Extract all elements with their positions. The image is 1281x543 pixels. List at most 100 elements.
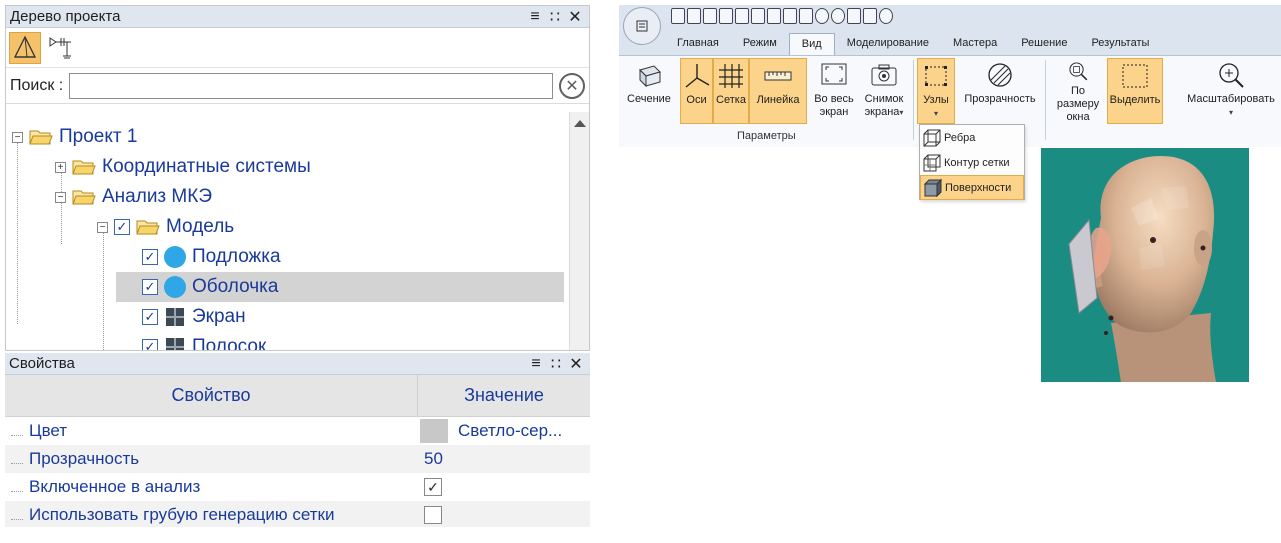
- window-icon[interactable]: [863, 8, 877, 24]
- dropdown-arrow-icon[interactable]: ▾: [934, 107, 938, 120]
- fullscreen-label-2: экран: [819, 106, 849, 118]
- ribbon-tabs: Главная Режим Вид Моделирование Мастера …: [665, 33, 1161, 55]
- transparency-button[interactable]: Прозрачность: [959, 58, 1041, 124]
- tab-modeling[interactable]: Моделирование: [835, 33, 941, 55]
- save-icon[interactable]: [703, 8, 717, 24]
- menu-item-edges[interactable]: Ребра: [920, 125, 1024, 150]
- model-view-button[interactable]: [9, 31, 41, 64]
- section-button[interactable]: Сечение: [625, 58, 673, 124]
- checkbox[interactable]: ✓: [142, 279, 158, 295]
- tab-results[interactable]: Результаты: [1079, 33, 1161, 55]
- ruler-button[interactable]: Линейка: [749, 58, 807, 124]
- grid-icon: [719, 64, 743, 88]
- delete-icon[interactable]: [799, 8, 813, 24]
- prop-row-color[interactable]: Цвет Светло-сер...: [5, 417, 590, 445]
- dropdown-arrow-icon[interactable]: ▾: [1229, 106, 1233, 119]
- fit-window-button[interactable]: По размеру окна: [1051, 58, 1105, 124]
- properties-panel: Свойства ≡ ∷ ✕ Свойство Значение Цвет Св…: [5, 353, 590, 527]
- close-icon[interactable]: ✕: [566, 354, 586, 374]
- snapshot-button[interactable]: Снимок экрана▾: [859, 58, 909, 124]
- tree-connector: [103, 224, 104, 350]
- tree-item-strip[interactable]: ✓ Полосок: [116, 332, 267, 351]
- app-menu-button[interactable]: [623, 7, 661, 45]
- menu-item-mesh-outline[interactable]: Контур сетки: [920, 150, 1024, 175]
- collapse-icon[interactable]: −: [55, 191, 66, 203]
- tree-item-coord-systems[interactable]: + Координатные системы: [55, 152, 311, 182]
- axes-icon: [685, 64, 709, 88]
- undo-icon[interactable]: [719, 8, 733, 24]
- menu-icon[interactable]: ≡: [525, 8, 545, 26]
- tree-item-shell[interactable]: ✓ Оболочка: [116, 272, 564, 302]
- scroll-up-icon[interactable]: [573, 120, 586, 127]
- select-button[interactable]: Выделить: [1107, 58, 1163, 124]
- nodes-button[interactable]: Узлы ▾: [917, 58, 955, 124]
- tab-view[interactable]: Вид: [788, 33, 835, 55]
- ruler-label: Линейка: [756, 94, 800, 106]
- cut-icon[interactable]: [751, 8, 765, 24]
- checkbox[interactable]: ✓: [142, 339, 158, 350]
- group-separator: [1045, 60, 1046, 140]
- prop-value[interactable]: 50: [418, 449, 590, 469]
- checkbox[interactable]: ✓: [142, 249, 158, 265]
- prop-row-coarse-mesh[interactable]: Использовать грубую генерацию сетки: [5, 501, 590, 527]
- include-checkbox[interactable]: ✓: [424, 478, 442, 496]
- tree-item-project[interactable]: − Проект 1: [12, 122, 137, 152]
- app-menu-icon: [636, 20, 648, 32]
- section-label: Сечение: [627, 93, 671, 105]
- checkbox[interactable]: ✓: [114, 219, 130, 235]
- camera-icon: [871, 64, 897, 86]
- tree-scrollbar[interactable]: [569, 112, 589, 350]
- grid-label: Сетка: [716, 94, 746, 106]
- axes-button[interactable]: Оси: [680, 58, 713, 124]
- new-file-icon[interactable]: [671, 8, 685, 24]
- copy-icon[interactable]: [767, 8, 781, 24]
- tree-item-model[interactable]: − ✓ Модель: [97, 212, 234, 242]
- chart-icon[interactable]: [847, 8, 861, 24]
- paste-icon[interactable]: [783, 8, 797, 24]
- zoom-button[interactable]: Масштабировать ▾: [1183, 58, 1279, 124]
- tree-item-label: Проект 1: [59, 126, 138, 147]
- tree-item-screen[interactable]: ✓ Экран: [116, 302, 246, 332]
- menu-item-surfaces[interactable]: Поверхности: [920, 175, 1024, 200]
- head-model-image: [1068, 156, 1216, 382]
- search-row: Поиск : ✕: [6, 68, 589, 104]
- fullscreen-button[interactable]: Во весь экран: [811, 58, 857, 124]
- collapse-icon[interactable]: −: [12, 131, 23, 143]
- clear-search-icon[interactable]: ✕: [559, 72, 585, 99]
- grid-button[interactable]: Сетка: [713, 58, 749, 124]
- menu-item-label: Поверхности: [945, 181, 1012, 194]
- run-all-icon[interactable]: [831, 8, 845, 24]
- nodes-dropdown-menu: Ребра Контур сетки Поверхности: [919, 124, 1025, 200]
- tree-connector: [17, 134, 18, 324]
- column-property[interactable]: Свойство: [5, 375, 418, 416]
- tree-item-fem-analysis[interactable]: − Анализ МКЭ: [55, 182, 212, 212]
- prop-row-include[interactable]: Включенное в анализ ✓: [5, 473, 590, 501]
- tab-solution[interactable]: Решение: [1009, 33, 1079, 55]
- collapse-icon[interactable]: −: [97, 221, 108, 233]
- pin-icon[interactable]: ∷: [545, 7, 565, 27]
- tree-item-label: Оболочка: [192, 276, 279, 297]
- prop-value[interactable]: Светло-сер...: [418, 421, 590, 441]
- close-icon[interactable]: ✕: [565, 7, 585, 27]
- tab-home[interactable]: Главная: [665, 33, 731, 55]
- checkbox[interactable]: ✓: [142, 309, 158, 325]
- column-value[interactable]: Значение: [418, 375, 590, 416]
- eye-icon[interactable]: [879, 8, 893, 24]
- prop-name: Использовать грубую генерацию сетки: [5, 505, 418, 525]
- tree-item-substrate[interactable]: ✓ Подложка: [116, 242, 536, 272]
- menu-icon[interactable]: ≡: [526, 355, 546, 373]
- pin-icon[interactable]: ∷: [546, 354, 566, 374]
- coarse-mesh-checkbox[interactable]: [424, 506, 442, 524]
- search-input[interactable]: [69, 72, 553, 99]
- redo-icon[interactable]: [735, 8, 749, 24]
- open-folder-icon[interactable]: [687, 8, 701, 24]
- tab-wizards[interactable]: Мастера: [941, 33, 1009, 55]
- run-icon[interactable]: [815, 8, 829, 24]
- expand-icon[interactable]: +: [55, 161, 66, 173]
- 3d-viewport[interactable]: [1041, 148, 1249, 382]
- dropdown-arrow-icon: ▾: [899, 108, 904, 117]
- prop-row-transparency[interactable]: Прозрачность 50: [5, 445, 590, 473]
- tree-item-label: Полосок: [192, 336, 267, 351]
- circuit-view-button[interactable]: [45, 32, 77, 64]
- tab-mode[interactable]: Режим: [731, 33, 789, 55]
